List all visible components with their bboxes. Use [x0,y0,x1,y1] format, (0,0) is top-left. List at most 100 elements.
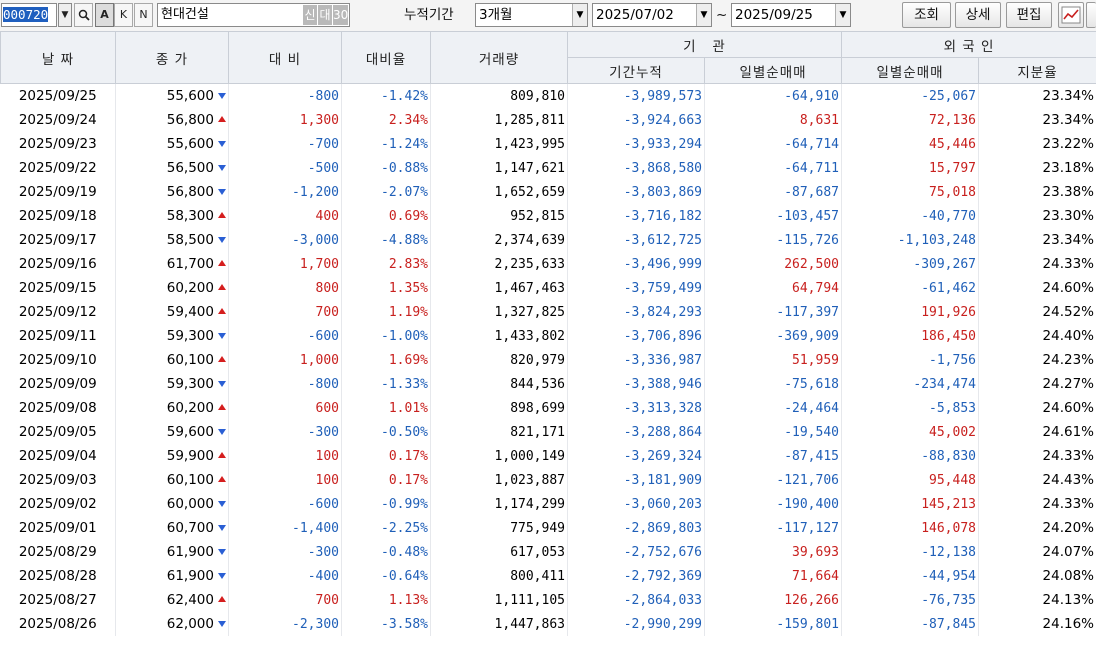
n-button[interactable]: N [134,3,153,27]
col-header-inst-cumulative[interactable]: 기간누적 [567,57,705,84]
cell-date-value: 2025/08/26 [18,616,97,632]
cell-change-value: 100 [315,472,339,488]
col-header-foreign-daily[interactable]: 일별순매매 [841,57,979,84]
cell-volume-value: 775,949 [510,520,565,536]
cell-foreign-daily: -309,267 [841,252,979,276]
table-row[interactable]: 2025/09/02 60,000 -600 -0.99% 1,174,299 -3,06… [0,492,1096,516]
cell-change-rate-value: 2.34% [388,112,428,128]
cell-close: 60,200 [115,276,229,300]
down-triangle-icon [218,165,226,171]
cell-inst-daily: -159,801 [704,612,842,636]
period-select[interactable]: 3개월 ▼ [475,3,588,27]
cell-change: 600 [228,396,342,420]
cell-change-rate-value: -0.48% [381,544,428,560]
cell-inst-daily-value: -64,910 [784,88,839,104]
cell-volume: 1,327,825 [430,300,568,324]
table-row[interactable]: 2025/09/08 60,200 600 1.01% 898,699 -3,313,32… [0,396,1096,420]
cell-change: -700 [228,132,342,156]
badge-dae: 대 [318,5,332,25]
cell-volume-value: 1,023,887 [494,472,565,488]
col-header-change-rate[interactable]: 대비율 [341,31,431,84]
end-date-input[interactable]: 2025/09/25 ▼ [731,3,851,27]
table-row[interactable]: 2025/09/17 58,500 -3,000 -4.88% 2,374,639 -3,… [0,228,1096,252]
cell-close-value: 60,200 [166,280,214,296]
cell-inst-daily: -64,711 [704,156,842,180]
start-date-input[interactable]: 2025/07/02 ▼ [592,3,712,27]
stock-code-dropdown-button[interactable]: ▼ [58,3,72,27]
col-header-foreign-share[interactable]: 지분율 [978,57,1096,84]
table-row[interactable]: 2025/09/22 56,500 -500 -0.88% 1,147,621 -3,86… [0,156,1096,180]
table-row[interactable]: 2025/08/29 61,900 -300 -0.48% 617,053 -2,752,… [0,540,1096,564]
cell-change-value: 1,300 [299,112,339,128]
col-group-institution[interactable]: 기 관 [567,31,842,58]
cell-change: -800 [228,83,342,108]
cell-inst-daily-value: -115,726 [776,232,839,248]
cell-volume-value: 898,699 [510,400,565,416]
table-row[interactable]: 2025/09/03 60,100 100 0.17% 1,023,887 -3,181,… [0,468,1096,492]
col-header-change[interactable]: 대 비 [228,31,342,84]
cell-change-rate-value: -1.24% [381,136,428,152]
cell-date-value: 2025/09/03 [18,472,97,488]
table-row[interactable]: 2025/09/10 60,100 1,000 1.69% 820,979 -3,336,… [0,348,1096,372]
cell-change-rate-value: -4.88% [381,232,428,248]
cell-change-rate-value: 1.69% [388,352,428,368]
detail-button[interactable]: 상세 [955,2,1001,28]
col-header-inst-daily[interactable]: 일별순매매 [704,57,842,84]
table-row[interactable]: 2025/09/05 59,600 -300 -0.50% 821,171 -3,288,… [0,420,1096,444]
table-row[interactable]: 2025/09/24 56,800 1,300 2.34% 1,285,811 -3,92… [0,108,1096,132]
more-button[interactable] [1086,2,1096,28]
table-row[interactable]: 2025/09/18 58,300 400 0.69% 952,815 -3,716,18… [0,204,1096,228]
cell-foreign-share-value: 24.07% [1042,544,1094,560]
a-button[interactable]: A [95,3,114,27]
cell-inst-cumulative-value: -2,752,676 [623,544,702,560]
cell-volume: 952,815 [430,204,568,228]
table-row[interactable]: 2025/09/12 59,400 700 1.19% 1,327,825 -3,824,… [0,300,1096,324]
cell-date-value: 2025/09/09 [18,376,97,392]
cell-foreign-daily-value: -87,845 [921,616,976,632]
table-row[interactable]: 2025/08/28 61,900 -400 -0.64% 800,411 -2,792,… [0,564,1096,588]
col-header-close[interactable]: 종 가 [115,31,229,84]
cell-foreign-share-value: 24.33% [1042,496,1094,512]
table-row[interactable]: 2025/09/09 59,300 -800 -1.33% 844,536 -3,388,… [0,372,1096,396]
cell-foreign-daily: -5,853 [841,396,979,420]
cell-foreign-share: 23.34% [978,228,1096,252]
stock-code-value: 000720 [3,7,49,22]
table-row[interactable]: 2025/09/11 59,300 -600 -1.00% 1,433,802 -3,70… [0,324,1096,348]
cell-close: 60,700 [115,516,229,540]
table-row[interactable]: 2025/09/04 59,900 100 0.17% 1,000,149 -3,269,… [0,444,1096,468]
table-row[interactable]: 2025/09/19 56,800 -1,200 -2.07% 1,652,659 -3,… [0,180,1096,204]
table-row[interactable]: 2025/09/23 55,600 -700 -1.24% 1,423,995 -3,93… [0,132,1096,156]
chart-button[interactable] [1058,2,1084,28]
k-button[interactable]: K [114,3,133,27]
cell-inst-cumulative: -3,496,999 [567,252,705,276]
cell-date: 2025/09/12 [0,300,116,324]
cell-foreign-daily-value: 95,448 [929,472,976,488]
cell-inst-cumulative: -3,288,864 [567,420,705,444]
cell-foreign-daily-value: 45,002 [929,424,976,440]
cell-close-value: 62,000 [166,616,214,632]
query-button[interactable]: 조회 [902,2,951,28]
stock-name-field[interactable]: 현대건설 신 대 30 [157,3,350,27]
col-header-volume[interactable]: 거래량 [430,31,568,84]
cell-change-rate-value: -0.99% [381,496,428,512]
col-header-date[interactable]: 날 짜 [0,31,116,84]
cell-date-value: 2025/09/19 [18,184,97,200]
table-row[interactable]: 2025/09/25 55,600 -800 -1.42% 809,810 -3,989,… [0,83,1096,108]
cell-close: 59,300 [115,324,229,348]
cell-change-rate-value: 1.13% [388,592,428,608]
table-row[interactable]: 2025/09/01 60,700 -1,400 -2.25% 775,949 -2,86… [0,516,1096,540]
edit-button[interactable]: 편집 [1006,2,1052,28]
table-row[interactable]: 2025/08/27 62,400 700 1.13% 1,111,105 -2,864,… [0,588,1096,612]
col-group-foreign[interactable]: 외 국 인 [841,31,1096,58]
cell-date: 2025/09/01 [0,516,116,540]
up-triangle-icon [218,596,226,602]
table-row[interactable]: 2025/09/15 60,200 800 1.35% 1,467,463 -3,759,… [0,276,1096,300]
cell-volume: 1,111,105 [430,588,568,612]
cell-date-value: 2025/09/10 [18,352,97,368]
table-row[interactable]: 2025/09/16 61,700 1,700 2.83% 2,235,633 -3,49… [0,252,1096,276]
cell-volume-value: 1,174,299 [494,496,565,512]
table-row[interactable]: 2025/08/26 62,000 -2,300 -3.58% 1,447,863 -2,… [0,612,1096,636]
stock-code-input[interactable]: 000720 [1,3,57,27]
search-button[interactable] [74,3,93,27]
cell-change-rate-value: -0.64% [381,568,428,584]
